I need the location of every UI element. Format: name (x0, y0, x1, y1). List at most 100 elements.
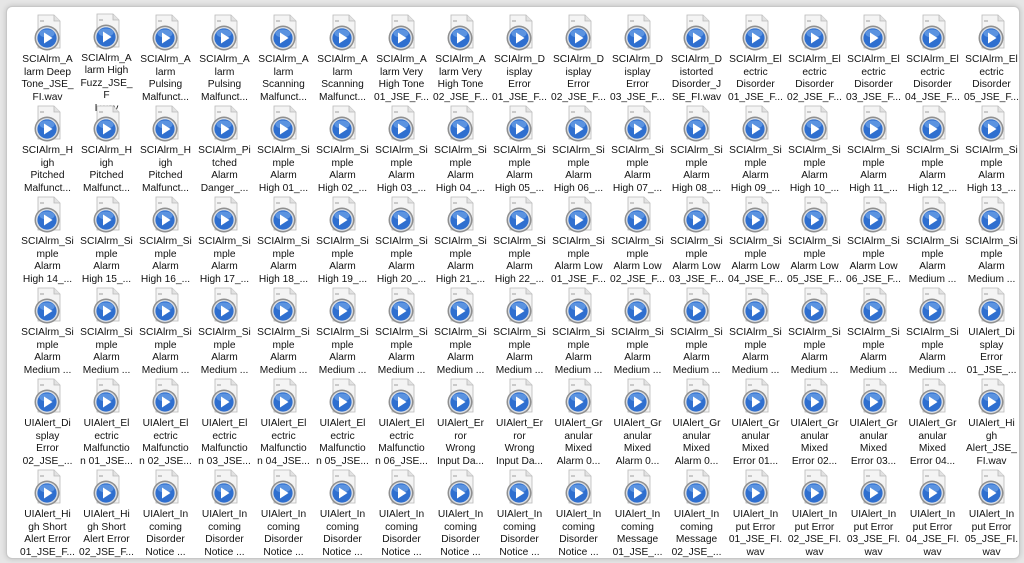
file-item[interactable]: SCIAlrm_D isplay Error 03_JSE_F... (608, 13, 667, 104)
file-item[interactable]: SCIAlrm_Si mple Alarm High 01_... (254, 104, 313, 195)
file-item[interactable]: UIAlert_Gr anular Mixed Alarm 0... (667, 377, 726, 468)
file-item[interactable]: UIAlert_In coming Disorder Notice ... (136, 468, 195, 558)
file-item[interactable]: SCIAlrm_Si mple Alarm Medium ... (18, 286, 77, 377)
file-item[interactable]: SCIAlrm_Si mple Alarm High 11_... (844, 104, 903, 195)
file-item[interactable]: SCIAlrm_D isplay Error 02_JSE_F... (549, 13, 608, 104)
file-item[interactable]: SCIAlrm_El ectric Disorder 05_JSE_F... (962, 13, 1019, 104)
file-item[interactable]: UIAlert_In coming Disorder Notice ... (254, 468, 313, 558)
file-item[interactable]: UIAlert_Hi gh Short Alert Error 02_JSE_F… (77, 468, 136, 558)
file-item[interactable]: SCIAlrm_Si mple Alarm High 15_... (77, 195, 136, 286)
file-item[interactable]: SCIAlrm_El ectric Disorder 01_JSE_F... (726, 13, 785, 104)
file-item[interactable]: UIAlert_Hi gh Short Alert Error 01_JSE_F… (18, 468, 77, 558)
file-item[interactable]: SCIAlrm_Si mple Alarm Low 01_JSE_F... (549, 195, 608, 286)
file-item[interactable]: UIAlert_Gr anular Mixed Alarm 0... (549, 377, 608, 468)
file-item[interactable]: SCIAlrm_A larm Scanning Malfunct... (254, 13, 313, 104)
file-item[interactable]: SCIAlrm_A larm Scanning Malfunct... (313, 13, 372, 104)
file-item[interactable]: UIAlert_In put Error 03_JSE_FI. wav (844, 468, 903, 558)
file-item[interactable]: SCIAlrm_Si mple Alarm High 08_... (667, 104, 726, 195)
file-item[interactable]: SCIAlrm_Si mple Alarm Low 03_JSE_F... (667, 195, 726, 286)
file-item[interactable]: UIAlert_El ectric Malfunctio n 04_JSE... (254, 377, 313, 468)
file-item[interactable]: SCIAlrm_Si mple Alarm Medium ... (77, 286, 136, 377)
file-item[interactable]: SCIAlrm_H igh Pitched Malfunct... (18, 104, 77, 195)
file-item[interactable]: SCIAlrm_Si mple Alarm Medium ... (372, 286, 431, 377)
file-item[interactable]: SCIAlrm_Si mple Alarm High 09_... (726, 104, 785, 195)
file-item[interactable]: SCIAlrm_Si mple Alarm Medium ... (313, 286, 372, 377)
file-item[interactable]: SCIAlrm_Si mple Alarm Medium ... (844, 286, 903, 377)
file-item[interactable]: SCIAlrm_Si mple Alarm High 14_... (18, 195, 77, 286)
file-item[interactable]: UIAlert_Gr anular Mixed Error 02... (785, 377, 844, 468)
file-item[interactable]: UIAlert_In coming Disorder Notice ... (195, 468, 254, 558)
file-item[interactable]: SCIAlrm_Si mple Alarm Medium ... (903, 286, 962, 377)
file-item[interactable]: SCIAlrm_Si mple Alarm Medium ... (726, 286, 785, 377)
file-item[interactable]: UIAlert_In coming Disorder Notice ... (372, 468, 431, 558)
file-item[interactable]: SCIAlrm_A larm Very High Tone 01_JSE_F..… (372, 13, 431, 104)
file-item[interactable]: SCIAlrm_Si mple Alarm High 06_... (549, 104, 608, 195)
file-item[interactable]: SCIAlrm_Si mple Alarm Medium ... (667, 286, 726, 377)
file-item[interactable]: SCIAlrm_D istorted Disorder_J SE_FI.wav (667, 13, 726, 104)
file-item[interactable]: SCIAlrm_Si mple Alarm Medium ... (962, 195, 1019, 286)
file-item[interactable]: SCIAlrm_Si mple Alarm Medium ... (549, 286, 608, 377)
file-item[interactable]: SCIAlrm_El ectric Disorder 04_JSE_F... (903, 13, 962, 104)
file-item[interactable]: SCIAlrm_El ectric Disorder 03_JSE_F... (844, 13, 903, 104)
file-item[interactable]: SCIAlrm_Si mple Alarm High 18_... (254, 195, 313, 286)
file-item[interactable]: SCIAlrm_Si mple Alarm High 19_... (313, 195, 372, 286)
file-item[interactable]: SCIAlrm_A larm Pulsing Malfunct... (136, 13, 195, 104)
file-item[interactable]: UIAlert_Di splay Error 01_JSE_... (962, 286, 1019, 377)
file-item[interactable]: UIAlert_In coming Disorder Notice ... (431, 468, 490, 558)
file-item[interactable]: SCIAlrm_D isplay Error 01_JSE_F... (490, 13, 549, 104)
file-item[interactable]: SCIAlrm_H igh Pitched Malfunct... (136, 104, 195, 195)
file-item[interactable]: SCIAlrm_Pi tched Alarm Danger_... (195, 104, 254, 195)
file-item[interactable]: SCIAlrm_A larm Very High Tone 02_JSE_F..… (431, 13, 490, 104)
file-item[interactable]: UIAlert_El ectric Malfunctio n 02_JSE... (136, 377, 195, 468)
file-item[interactable]: SCIAlrm_A larm Pulsing Malfunct... (195, 13, 254, 104)
file-item[interactable]: SCIAlrm_Si mple Alarm High 21_... (431, 195, 490, 286)
file-item[interactable]: UIAlert_In coming Disorder Notice ... (490, 468, 549, 558)
file-item[interactable]: UIAlert_In put Error 02_JSE_FI. wav (785, 468, 844, 558)
file-item[interactable]: SCIAlrm_Si mple Alarm High 12_... (903, 104, 962, 195)
file-item[interactable]: UIAlert_El ectric Malfunctio n 05_JSE... (313, 377, 372, 468)
file-item[interactable]: SCIAlrm_Si mple Alarm High 05_... (490, 104, 549, 195)
file-item[interactable]: UIAlert_El ectric Malfunctio n 06_JSE... (372, 377, 431, 468)
file-item[interactable]: UIAlert_Hi gh Alert_JSE_ FI.wav (962, 377, 1019, 468)
file-item[interactable]: SCIAlrm_Si mple Alarm High 10_... (785, 104, 844, 195)
file-item[interactable]: SCIAlrm_Si mple Alarm High 17_... (195, 195, 254, 286)
file-item[interactable]: UIAlert_Gr anular Mixed Error 03... (844, 377, 903, 468)
file-item[interactable]: UIAlert_Di splay Error 02_JSE_... (18, 377, 77, 468)
file-item[interactable]: SCIAlrm_Si mple Alarm Medium ... (195, 286, 254, 377)
file-item[interactable]: SCIAlrm_Si mple Alarm High 20_... (372, 195, 431, 286)
file-item[interactable]: UIAlert_El ectric Malfunctio n 01_JSE... (77, 377, 136, 468)
file-item[interactable]: SCIAlrm_Si mple Alarm High 02_... (313, 104, 372, 195)
file-item[interactable]: UIAlert_In coming Disorder Notice ... (313, 468, 372, 558)
file-item[interactable]: UIAlert_Er ror Wrong Input Da... (431, 377, 490, 468)
file-item[interactable]: SCIAlrm_A larm Deep Tone_JSE_ FI.wav (18, 13, 77, 104)
file-item[interactable]: UIAlert_In coming Message 02_JSE_... (667, 468, 726, 558)
file-item[interactable]: SCIAlrm_Si mple Alarm Medium ... (608, 286, 667, 377)
file-item[interactable]: SCIAlrm_Si mple Alarm High 03_... (372, 104, 431, 195)
file-item[interactable]: UIAlert_El ectric Malfunctio n 03_JSE... (195, 377, 254, 468)
file-item[interactable]: UIAlert_In put Error 05_JSE_FI. wav (962, 468, 1019, 558)
file-item[interactable]: SCIAlrm_Si mple Alarm Medium ... (903, 195, 962, 286)
file-item[interactable]: SCIAlrm_Si mple Alarm High 04_... (431, 104, 490, 195)
file-item[interactable]: UIAlert_In coming Disorder Notice ... (549, 468, 608, 558)
file-item[interactable]: SCIAlrm_Si mple Alarm High 13_... (962, 104, 1019, 195)
file-item[interactable]: SCIAlrm_Si mple Alarm Medium ... (785, 286, 844, 377)
file-item[interactable]: SCIAlrm_Si mple Alarm High 07_... (608, 104, 667, 195)
file-item[interactable]: SCIAlrm_El ectric Disorder 02_JSE_F... (785, 13, 844, 104)
file-item[interactable]: SCIAlrm_Si mple Alarm Low 05_JSE_F... (785, 195, 844, 286)
file-item[interactable]: UIAlert_Gr anular Mixed Error 01... (726, 377, 785, 468)
file-item[interactable]: SCIAlrm_A larm High Fuzz_JSE_F I.wav (77, 13, 136, 114)
file-item[interactable]: SCIAlrm_Si mple Alarm Medium ... (136, 286, 195, 377)
file-item[interactable]: UIAlert_In coming Message 01_JSE_... (608, 468, 667, 558)
file-item[interactable]: SCIAlrm_Si mple Alarm Medium ... (490, 286, 549, 377)
file-item[interactable]: UIAlert_Er ror Wrong Input Da... (490, 377, 549, 468)
file-item[interactable]: UIAlert_Gr anular Mixed Alarm 0... (608, 377, 667, 468)
file-item[interactable]: UIAlert_Gr anular Mixed Error 04... (903, 377, 962, 468)
file-item[interactable]: UIAlert_In put Error 04_JSE_FI. wav (903, 468, 962, 558)
file-item[interactable]: SCIAlrm_Si mple Alarm Low 04_JSE_F... (726, 195, 785, 286)
file-item[interactable]: UIAlert_In put Error 01_JSE_FI. wav (726, 468, 785, 558)
file-item[interactable]: SCIAlrm_Si mple Alarm Medium ... (431, 286, 490, 377)
file-item[interactable]: SCIAlrm_Si mple Alarm High 22_... (490, 195, 549, 286)
file-item[interactable]: SCIAlrm_Si mple Alarm Low 02_JSE_F... (608, 195, 667, 286)
file-item[interactable]: SCIAlrm_Si mple Alarm High 16_... (136, 195, 195, 286)
file-item[interactable]: SCIAlrm_Si mple Alarm Medium ... (254, 286, 313, 377)
